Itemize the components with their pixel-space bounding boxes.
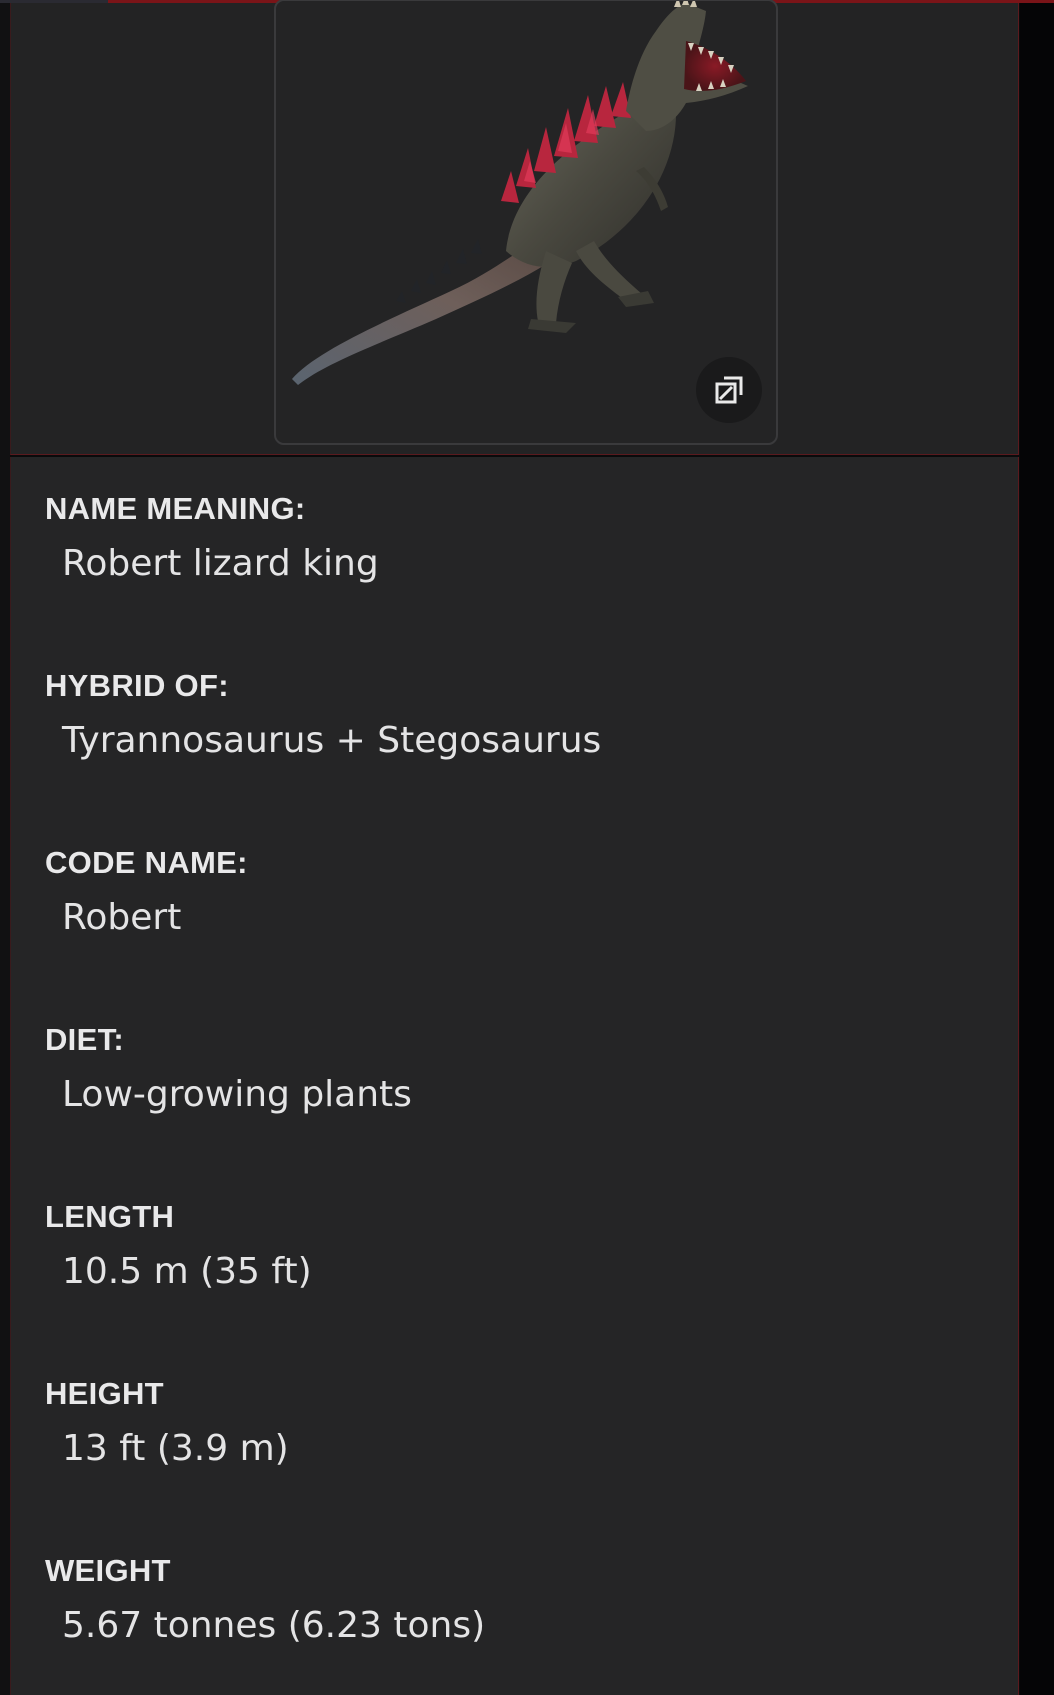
- field-value: Tyrannosaurus + Stegosaurus: [62, 720, 602, 761]
- field-value: Robert: [62, 897, 182, 938]
- expand-image-button[interactable]: [696, 357, 762, 423]
- field-label: HYBRID OF:: [45, 668, 229, 703]
- field-value: 5.67 tonnes (6.23 tons): [62, 1605, 486, 1646]
- dinosaur-info-panel: NAME MEANING: Robert lizard king HYBRID …: [10, 457, 1019, 1695]
- field-length: LENGTH 10.5 m (35 ft): [45, 1199, 312, 1292]
- field-diet: DIET: Low-growing plants: [45, 1022, 412, 1115]
- field-label: CODE NAME:: [45, 845, 248, 880]
- field-name-meaning: NAME MEANING: Robert lizard king: [45, 491, 379, 584]
- field-label: DIET:: [45, 1022, 124, 1057]
- image-panel: [10, 0, 1019, 455]
- field-value: Robert lizard king: [62, 543, 379, 584]
- field-code-name: CODE NAME: Robert: [45, 845, 248, 938]
- field-label: WEIGHT: [45, 1553, 171, 1588]
- right-gutter: [1020, 3, 1054, 1695]
- field-value: 10.5 m (35 ft): [62, 1251, 312, 1292]
- field-weight: WEIGHT 5.67 tonnes (6.23 tons): [45, 1553, 485, 1646]
- field-hybrid-of: HYBRID OF: Tyrannosaurus + Stegosaurus: [45, 668, 601, 761]
- field-value: Low-growing plants: [62, 1074, 412, 1115]
- left-gutter: [0, 3, 10, 1695]
- field-label: NAME MEANING:: [45, 491, 306, 526]
- field-value: 13 ft (3.9 m): [62, 1428, 289, 1469]
- field-label: HEIGHT: [45, 1376, 164, 1411]
- expand-icon: [715, 376, 743, 404]
- field-label: LENGTH: [45, 1199, 175, 1234]
- dinosaur-image-frame: [274, 0, 778, 445]
- field-height: HEIGHT 13 ft (3.9 m): [45, 1376, 289, 1469]
